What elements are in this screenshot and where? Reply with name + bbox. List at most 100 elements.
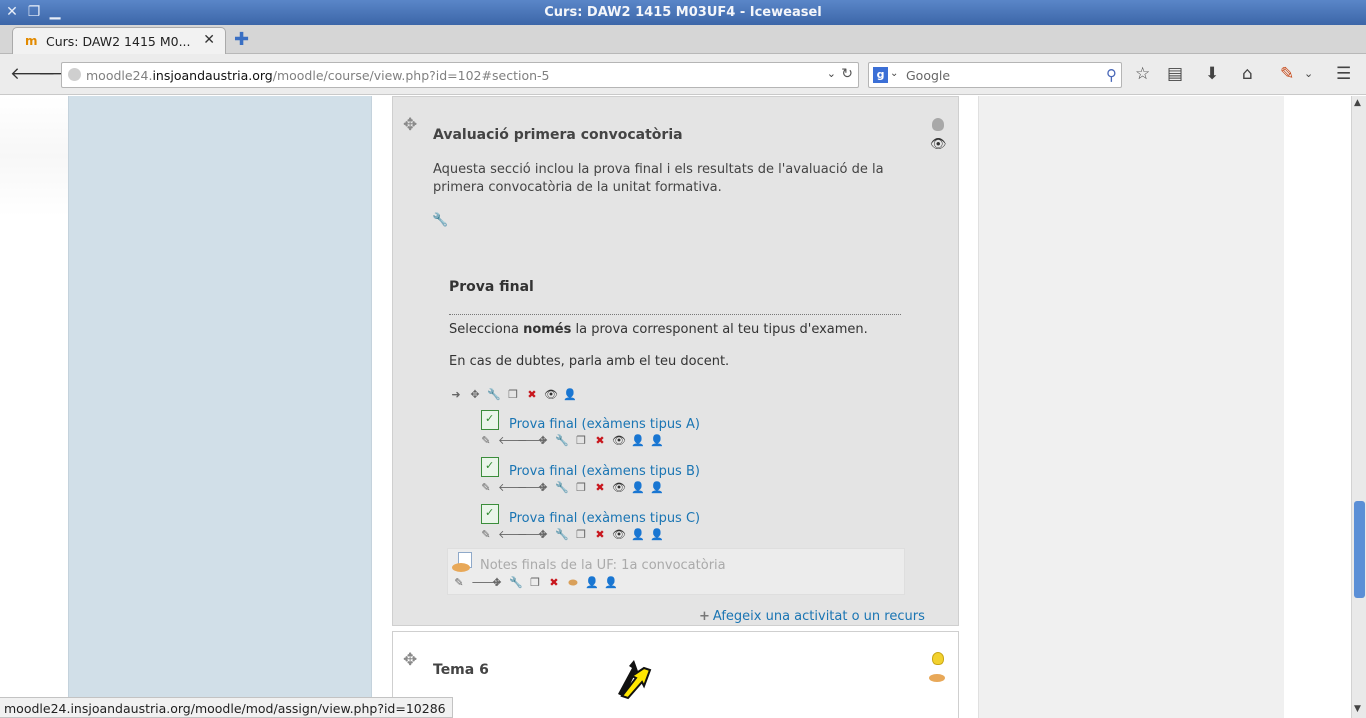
reload-icon[interactable]: ↻ — [841, 66, 853, 82]
show-closed-eye-icon[interactable]: ⬬ — [566, 576, 580, 590]
move-right-icon[interactable]: 🡒 — [517, 528, 547, 542]
activity-edit-icons: ✎ 🡐 🡒 ✥ 🔧 ❐ ✖ 👁 👤 👤 — [479, 481, 664, 495]
left-block-column — [68, 96, 372, 718]
edit-summary-wrench-icon[interactable]: 🔧 — [432, 213, 448, 228]
tab-course[interactable]: m Curs: DAW2 1415 M0... ✕ — [12, 27, 226, 54]
window-titlebar: ✕ ❐ ▁ Curs: DAW2 1415 M03UF4 - Iceweasel — [0, 0, 1366, 25]
group-mode-icon[interactable]: 👤 — [585, 576, 599, 590]
duplicate-icon[interactable]: ❐ — [574, 434, 588, 448]
search-engine-dropdown-icon[interactable]: ⌄ — [890, 68, 898, 79]
activity-edit-icons: ✎ 🡐 🡒 ✥ 🔧 ❐ ✖ 👁 👤 👤 — [479, 434, 664, 448]
edit-title-pencil-icon[interactable]: ✎ — [479, 528, 493, 542]
assign-roles-icon[interactable]: 👤 — [650, 434, 664, 448]
assign-roles-icon[interactable]: 👤 — [650, 528, 664, 542]
edit-settings-icon[interactable]: 🔧 — [487, 388, 501, 402]
label-divider — [449, 314, 901, 315]
duplicate-icon[interactable]: ❐ — [574, 481, 588, 495]
hide-section-eye-icon[interactable]: 👁 — [930, 137, 947, 152]
tab-bar: m Curs: DAW2 1415 M0... ✕ ✚ — [0, 25, 1366, 54]
activity-link-quiz-c[interactable]: Prova final (exàmens tipus C) — [509, 511, 700, 526]
move-left-icon[interactable]: 🡐 — [498, 528, 528, 542]
add-activity-link[interactable]: + Afegeix una activitat o un recurs — [699, 609, 925, 624]
edit-title-pencil-icon[interactable]: ✎ — [479, 481, 493, 495]
label-paragraph-2: En cas de dubtes, parla amb el teu docen… — [449, 354, 730, 369]
right-block-column — [978, 96, 1284, 718]
move-icon[interactable]: ✥ — [490, 576, 504, 590]
section-title: Tema 6 — [433, 662, 489, 678]
move-left-icon[interactable]: 🡐 — [498, 434, 528, 448]
course-content: ✥ Avaluació primera convocatòria 👁 Aques… — [372, 96, 978, 718]
scrollbar-thumb[interactable] — [1354, 501, 1365, 598]
move-left-icon[interactable]: 🡐 — [498, 481, 528, 495]
group-mode-icon[interactable]: 👤 — [631, 481, 645, 495]
page-background — [0, 96, 68, 718]
search-bar[interactable]: g ⌄ Google ⚲ — [868, 62, 1122, 88]
addon-icon[interactable]: ✎ — [1280, 64, 1294, 84]
assign-roles-icon[interactable]: 👤 — [650, 481, 664, 495]
label-paragraph-1: Selecciona només la prova corresponent a… — [449, 322, 868, 337]
assignment-icon — [452, 552, 476, 574]
section-6: ✥ Tema 6 — [392, 631, 959, 718]
activity-edit-icons: ✎ 🡒 ✥ 🔧 ❐ ✖ ⬬ 👤 👤 — [452, 576, 618, 590]
delete-icon[interactable]: ✖ — [525, 388, 539, 402]
move-right-icon[interactable]: 🡒 — [517, 434, 547, 448]
move-right-icon[interactable]: 🡒 — [471, 576, 501, 590]
move-icon[interactable]: ✥ — [536, 481, 550, 495]
duplicate-icon[interactable]: ❐ — [506, 388, 520, 402]
assign-roles-icon[interactable]: 👤 — [563, 388, 577, 402]
activity-assignment-hidden: Notes finals de la UF: 1a convocatòria ✎… — [447, 548, 905, 595]
bookmarks-list-icon[interactable]: ▤ — [1167, 64, 1183, 84]
group-mode-icon[interactable]: 👤 — [631, 434, 645, 448]
delete-icon[interactable]: ✖ — [547, 576, 561, 590]
hide-eye-icon[interactable]: 👁 — [612, 528, 626, 542]
delete-icon[interactable]: ✖ — [593, 528, 607, 542]
move-icon[interactable]: ✥ — [536, 434, 550, 448]
menu-icon[interactable]: ☰ — [1336, 64, 1351, 84]
close-tab-icon[interactable]: ✕ — [203, 32, 215, 48]
move-right-icon[interactable]: ➜ — [449, 388, 463, 402]
search-icon[interactable]: ⚲ — [1106, 66, 1117, 84]
bookmark-star-icon[interactable]: ☆ — [1135, 64, 1150, 84]
highlight-bulb-icon[interactable] — [932, 652, 944, 665]
delete-icon[interactable]: ✖ — [593, 434, 607, 448]
duplicate-icon[interactable]: ❐ — [574, 528, 588, 542]
downloads-icon[interactable]: ⬇ — [1205, 64, 1219, 84]
assign-roles-icon[interactable]: 👤 — [604, 576, 618, 590]
edit-settings-icon[interactable]: 🔧 — [555, 481, 569, 495]
vertical-scrollbar[interactable]: ▲ ▼ — [1351, 96, 1366, 718]
url-bar[interactable]: moodle24.insjoandaustria.org/moodle/cour… — [61, 62, 859, 88]
scroll-up-arrow-icon[interactable]: ▲ — [1354, 98, 1361, 108]
activity-link-quiz-a[interactable]: Prova final (exàmens tipus A) — [509, 417, 700, 432]
site-identity-icon[interactable] — [68, 68, 81, 81]
edit-settings-icon[interactable]: 🔧 — [555, 434, 569, 448]
highlight-bulb-icon[interactable] — [932, 118, 944, 131]
edit-settings-icon[interactable]: 🔧 — [509, 576, 523, 590]
duplicate-icon[interactable]: ❐ — [528, 576, 542, 590]
edit-title-pencil-icon[interactable]: ✎ — [479, 434, 493, 448]
move-icon[interactable]: ✥ — [536, 528, 550, 542]
activity-link-quiz-b[interactable]: Prova final (exàmens tipus B) — [509, 464, 700, 479]
hide-eye-icon[interactable]: 👁 — [612, 434, 626, 448]
mouse-cursor-icon — [618, 660, 652, 700]
edit-settings-icon[interactable]: 🔧 — [555, 528, 569, 542]
show-closed-eye-icon[interactable] — [929, 674, 945, 682]
hide-eye-icon[interactable]: 👁 — [544, 388, 558, 402]
google-icon[interactable]: g — [873, 67, 888, 83]
new-tab-icon[interactable]: ✚ — [234, 29, 249, 50]
addon-dropdown-icon[interactable]: ⌄ — [1304, 67, 1313, 80]
search-input[interactable]: Google — [906, 68, 950, 83]
section-title: Avaluació primera convocatòria — [433, 127, 683, 143]
scroll-down-arrow-icon[interactable]: ▼ — [1354, 704, 1361, 714]
history-dropdown-icon[interactable]: ⌄ — [827, 67, 836, 80]
activity-link-assignment[interactable]: Notes finals de la UF: 1a convocatòria — [480, 558, 726, 573]
home-icon[interactable]: ⌂ — [1242, 64, 1253, 84]
status-bar: moodle24.insjoandaustria.org/moodle/mod/… — [0, 697, 453, 718]
move-right-icon[interactable]: 🡒 — [517, 481, 547, 495]
move-icon[interactable]: ✥ — [468, 388, 482, 402]
delete-icon[interactable]: ✖ — [593, 481, 607, 495]
move-section-icon[interactable]: ✥ — [403, 650, 417, 670]
hide-eye-icon[interactable]: 👁 — [612, 481, 626, 495]
edit-title-pencil-icon[interactable]: ✎ — [452, 576, 466, 590]
move-section-icon[interactable]: ✥ — [403, 115, 417, 135]
group-mode-icon[interactable]: 👤 — [631, 528, 645, 542]
